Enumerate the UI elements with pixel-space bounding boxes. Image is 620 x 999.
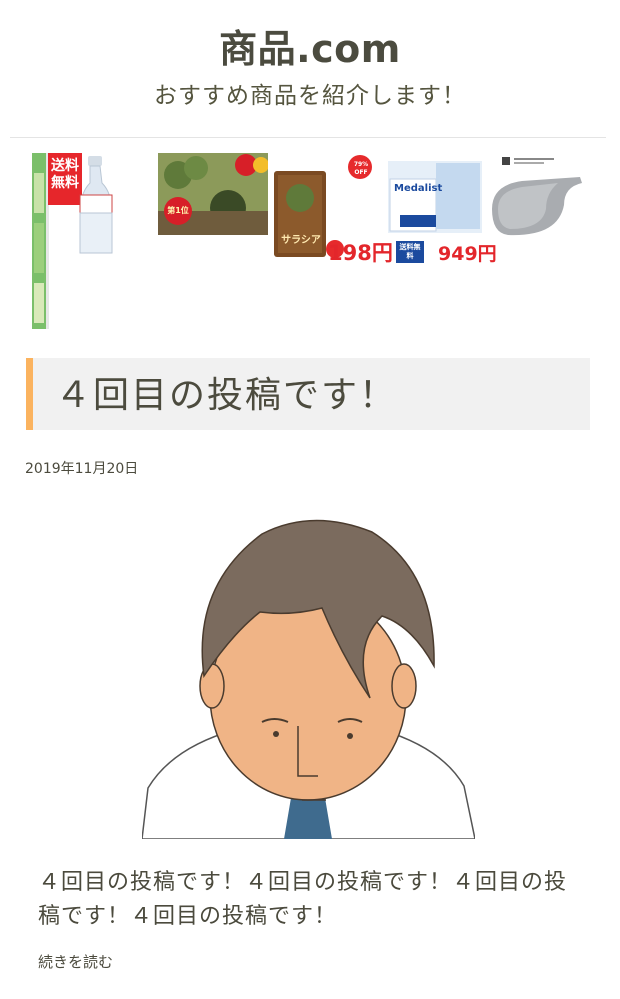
header-divider [10,137,606,138]
salacia-discount: 79% OFF [353,161,369,176]
seaweed-image [158,153,269,235]
post-title-bar: ４回目の投稿です！ [26,358,590,430]
medalist-brand: Medalist [394,183,443,194]
post-title[interactable]: ４回目の投稿です！ [55,366,397,418]
face-mask-ad[interactable] [488,153,584,243]
medalist-ad[interactable]: Medalist 送料無料 949円 [382,153,497,265]
read-more-link[interactable]: 続きを読む [38,951,113,972]
post-excerpt: ４回目の投稿です！４回目の投稿です！４回目の投稿です！４回目の投稿です！ [38,870,568,929]
salacia-supplement-ad[interactable]: サラシア 79% OFF 198円 [272,153,393,265]
product-banner[interactable]: 送料無料 第1位 サラシア 79% OFF 198円 Medalist 送料無料… [0,150,620,335]
medalist-price: 949円 [438,243,497,265]
free-shipping-badge: 送料無料 [51,158,79,191]
seaweed-rank: 第1位 [167,206,189,215]
post-thumbnail[interactable] [141,516,476,840]
seaweed-ad[interactable]: 第1位 [158,153,269,235]
medalist-free-shipping: 送料無料 [399,243,421,260]
face-mask-image [492,157,582,236]
site-tagline: おすすめ商品を紹介します！ [154,83,466,109]
site-title[interactable]: 商品.com [0,18,620,73]
water-bottle-ad[interactable]: 送料無料 [32,153,132,331]
post-date: 2019年11月20日 [25,461,139,477]
salacia-product-name: サラシア [281,235,321,246]
water-bottle-image [32,153,113,329]
bowing-man-illustration [141,519,476,840]
